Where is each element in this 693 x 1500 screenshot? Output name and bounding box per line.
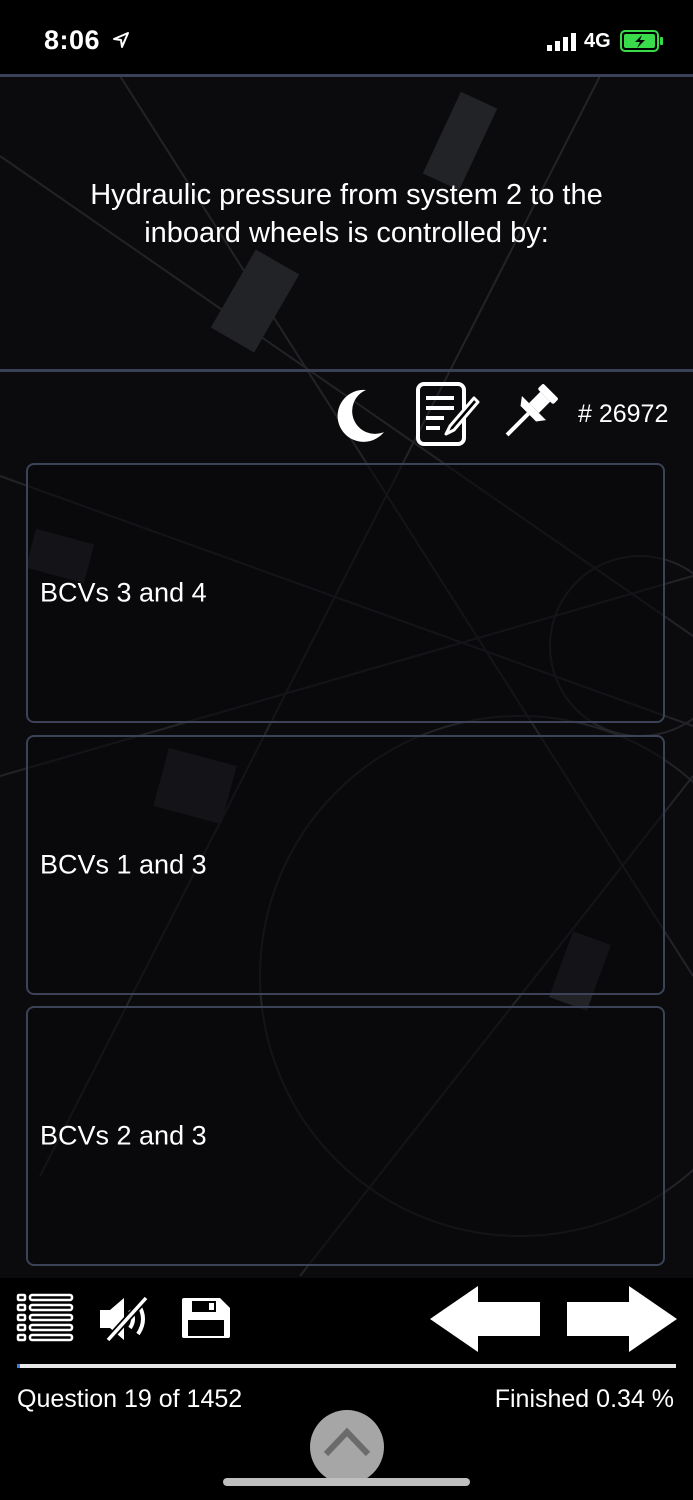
- finished-percent: Finished 0.34 %: [494, 1385, 674, 1413]
- location-arrow-icon: [113, 32, 129, 48]
- notes-icon[interactable]: [414, 380, 480, 448]
- header-divider: [0, 74, 693, 77]
- answer-label: BCVs 3 and 4: [40, 577, 207, 608]
- answer-label: BCVs 2 and 3: [40, 1120, 207, 1151]
- home-indicator: [223, 1478, 470, 1486]
- question-divider: [0, 369, 693, 372]
- chevron-up-icon: [323, 1427, 371, 1457]
- progress-fill: [17, 1364, 20, 1368]
- moon-icon[interactable]: [336, 386, 388, 444]
- question-id: # 26972: [578, 400, 669, 428]
- progress-track: [17, 1364, 676, 1368]
- answer-label: BCVs 1 and 3: [40, 849, 207, 880]
- next-arrow-icon[interactable]: [565, 1284, 679, 1354]
- answer-option[interactable]: BCVs 3 and 4: [26, 463, 665, 723]
- status-time: 8:06: [44, 25, 101, 55]
- question-counter: Question 19 of 1452: [17, 1385, 243, 1413]
- answer-option[interactable]: BCVs 1 and 3: [26, 735, 665, 995]
- network-type: 4G: [584, 30, 611, 52]
- battery-icon: [620, 30, 663, 52]
- question-text: Hydraulic pressure from system 2 to the …: [90, 179, 603, 249]
- save-icon[interactable]: [180, 1296, 232, 1340]
- previous-arrow-icon[interactable]: [428, 1284, 542, 1354]
- status-bar: 8:06 4G: [0, 0, 693, 74]
- signal-icon: [547, 33, 576, 51]
- answer-option[interactable]: BCVs 2 and 3: [26, 1006, 665, 1266]
- pin-icon[interactable]: [496, 380, 562, 446]
- scroll-up-button[interactable]: [310, 1410, 384, 1484]
- list-icon[interactable]: [16, 1292, 74, 1344]
- mute-icon[interactable]: [98, 1294, 154, 1344]
